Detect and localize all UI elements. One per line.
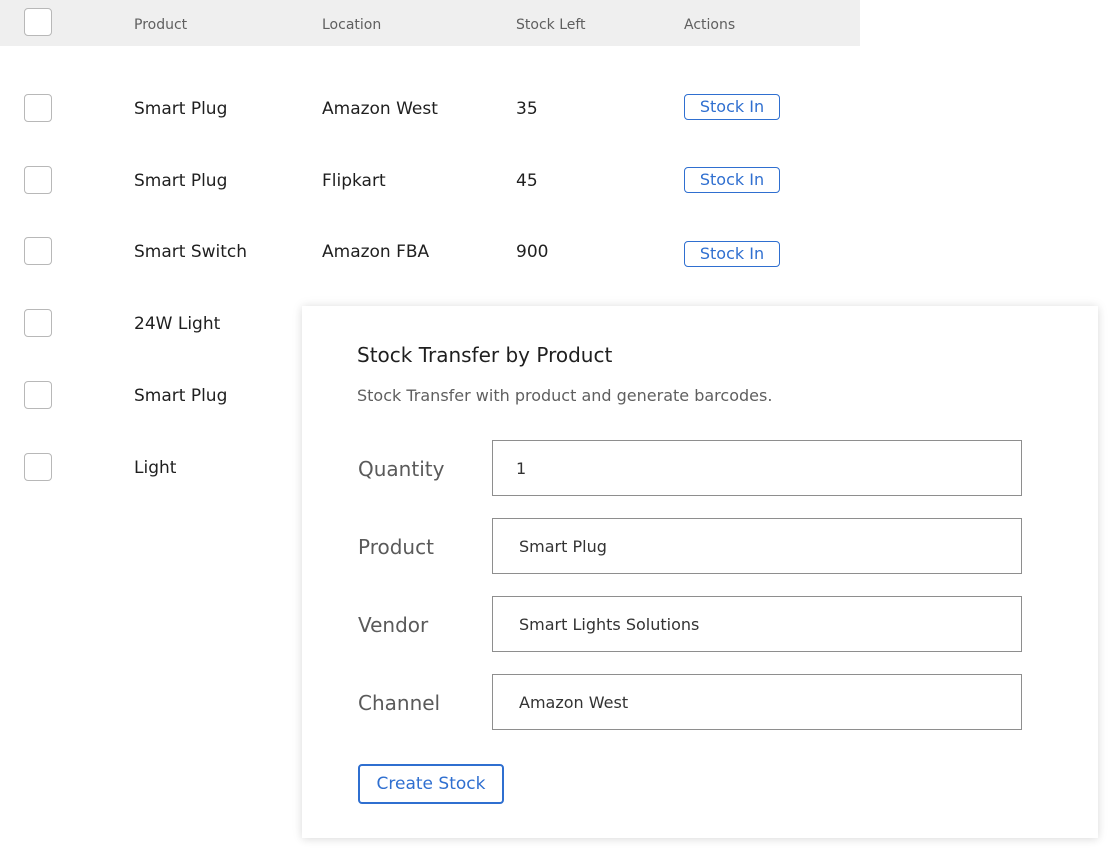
cell-location: Amazon West [322, 99, 438, 119]
dialog-subtitle: Stock Transfer with product and generate… [357, 386, 773, 405]
cell-stock-left: 900 [516, 242, 549, 262]
cell-product: Smart Plug [134, 99, 228, 119]
row-checkbox[interactable] [24, 237, 52, 265]
column-header-actions: Actions [684, 17, 736, 33]
table-row: Smart Plug Amazon West 35 Stock In [0, 72, 860, 144]
quantity-field[interactable] [492, 440, 1022, 496]
stock-in-button[interactable]: Stock In [684, 94, 780, 120]
column-header-stock-left[interactable]: Stock Left [516, 16, 586, 34]
select-all-checkbox[interactable] [24, 8, 52, 36]
dialog-title: Stock Transfer by Product [357, 343, 613, 367]
channel-label: Channel [358, 691, 441, 715]
table-row: Smart Switch Amazon FBA 900 Stock In [0, 216, 860, 288]
table-row: Smart Plug Flipkart 45 Stock In [0, 144, 860, 216]
row-checkbox[interactable] [24, 309, 52, 337]
row-checkbox[interactable] [24, 381, 52, 409]
cell-product: Light [134, 458, 177, 478]
channel-field[interactable] [492, 674, 1022, 730]
column-header-product[interactable]: Product [134, 16, 187, 34]
cell-location: Flipkart [322, 171, 386, 191]
create-stock-button[interactable]: Create Stock [358, 764, 504, 804]
vendor-field[interactable] [492, 596, 1022, 652]
product-label: Product [358, 535, 434, 559]
cell-product: Smart Plug [134, 386, 228, 406]
cell-product: 24W Light [134, 314, 221, 334]
row-checkbox[interactable] [24, 453, 52, 481]
vendor-label: Vendor [358, 613, 429, 637]
cell-stock-left: 35 [516, 99, 538, 119]
column-header-location[interactable]: Location [322, 16, 381, 34]
inventory-page: Product Location Stock Left Actions Smar… [0, 0, 1116, 864]
quantity-label: Quantity [358, 457, 445, 481]
cell-product: Smart Switch [134, 242, 248, 262]
stock-in-button[interactable]: Stock In [684, 167, 780, 193]
stock-in-button[interactable]: Stock In [684, 241, 780, 267]
stock-transfer-dialog: Stock Transfer by Product Stock Transfer… [302, 306, 1098, 838]
cell-location: Amazon FBA [322, 242, 430, 262]
product-field[interactable] [492, 518, 1022, 574]
cell-stock-left: 45 [516, 171, 538, 191]
table-header: Product Location Stock Left Actions [0, 0, 860, 46]
row-checkbox[interactable] [24, 94, 52, 122]
row-checkbox[interactable] [24, 166, 52, 194]
cell-product: Smart Plug [134, 171, 228, 191]
